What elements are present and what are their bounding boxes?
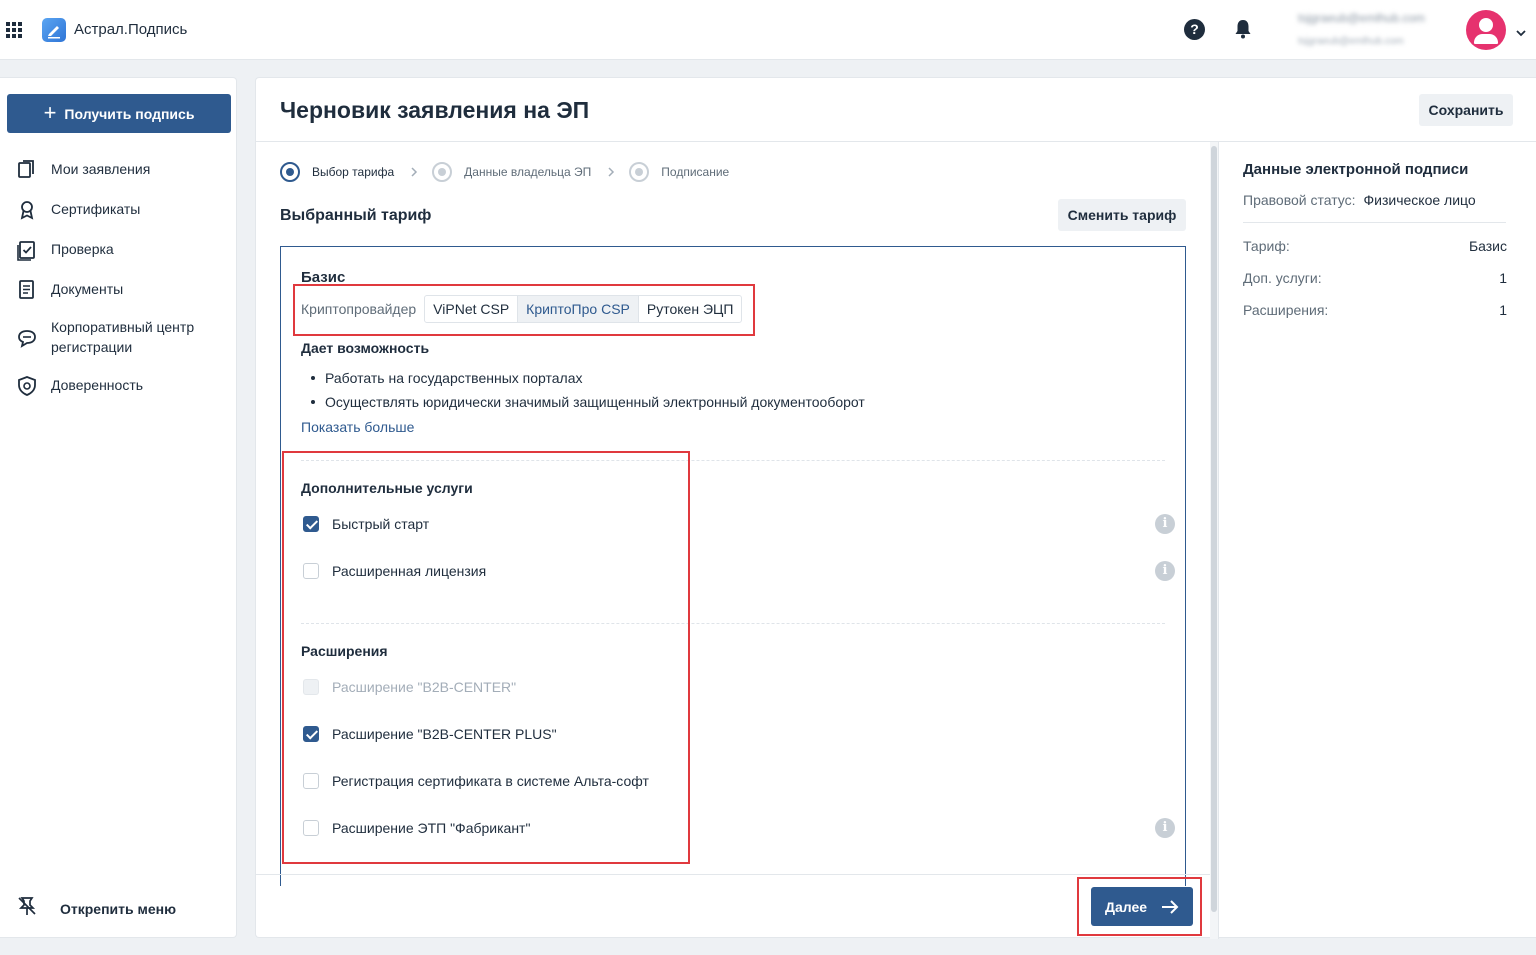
avatar[interactable] xyxy=(1466,10,1506,50)
sidebar-item-corporate-center[interactable]: Корпоративный центр регистрации xyxy=(16,317,231,357)
stepper: Выбор тарифа Данные владельца ЭП Подписа… xyxy=(280,160,729,184)
chevron-right-icon xyxy=(608,167,615,177)
save-button[interactable]: Сохранить xyxy=(1419,94,1513,126)
unpin-icon xyxy=(16,895,38,922)
shield-icon xyxy=(16,375,38,397)
footer-divider xyxy=(256,874,1210,875)
highlight-crypto-provider xyxy=(293,284,755,336)
plus-icon: + xyxy=(43,99,57,125)
step-label: Подписание xyxy=(661,165,730,179)
scrollbar-thumb[interactable] xyxy=(1211,146,1217,912)
get-signature-button[interactable]: + Получить подпись xyxy=(7,94,231,133)
chat-icon xyxy=(16,327,38,349)
user-email-secondary: tsjgraeub@emlhub.com xyxy=(1298,36,1404,47)
info-key: Тариф: xyxy=(1243,238,1290,254)
info-row-extensions: Расширения: 1 xyxy=(1243,302,1507,318)
info-key: Расширения: xyxy=(1243,302,1329,318)
step-label: Выбор тарифа xyxy=(312,165,395,179)
document-icon xyxy=(16,279,38,301)
legal-status-key: Правовой статус: xyxy=(1243,192,1356,208)
step-active-icon xyxy=(280,162,300,182)
legal-status-value: Физическое лицо xyxy=(1363,192,1476,208)
sidebar-item-verification[interactable]: Проверка xyxy=(16,239,231,261)
scrollbar[interactable] xyxy=(1210,142,1218,939)
info-key: Доп. услуги: xyxy=(1243,270,1322,286)
show-more-link[interactable]: Показать больше xyxy=(301,419,414,435)
sidebar-item-label: Доверенность xyxy=(51,377,144,393)
apps-grid-icon[interactable] xyxy=(6,22,22,38)
unpin-menu-button[interactable]: Открепить меню xyxy=(16,895,176,922)
change-tariff-button[interactable]: Сменить тариф xyxy=(1058,199,1186,231)
divider xyxy=(1243,222,1506,223)
step-owner-data[interactable]: Данные владельца ЭП xyxy=(432,162,591,182)
info-value: 1 xyxy=(1499,302,1507,318)
get-signature-label: Получить подпись xyxy=(64,105,195,122)
sidebar-item-label: Мои заявления xyxy=(51,161,151,177)
info-panel-title: Данные электронной подписи xyxy=(1243,161,1469,178)
info-icon[interactable]: i xyxy=(1155,818,1175,838)
chevron-right-icon xyxy=(411,167,418,177)
page-title: Черновик заявления на ЭП xyxy=(280,97,590,123)
step-label: Данные владельца ЭП xyxy=(464,165,592,179)
highlight-options xyxy=(282,451,690,864)
sidebar-item-certificates[interactable]: Сертификаты xyxy=(16,199,231,221)
list-item: Работать на государственных порталах xyxy=(309,366,865,390)
app-logo-icon xyxy=(42,18,66,42)
sidebar-item-label: Документы xyxy=(51,281,124,297)
sidebar-item-label: Проверка xyxy=(51,241,114,257)
capabilities-title: Дает возможность xyxy=(301,340,430,356)
highlight-next-button xyxy=(1077,877,1202,936)
help-icon[interactable]: ? xyxy=(1184,19,1205,40)
selected-tariff-title: Выбранный тариф xyxy=(280,207,432,224)
capabilities-list: Работать на государственных порталах Осу… xyxy=(309,366,865,414)
chevron-down-icon[interactable] xyxy=(1516,25,1526,37)
sidebar-item-label: Корпоративный центр регистрации xyxy=(51,319,195,355)
sidebar-item-power-of-attorney[interactable]: Доверенность xyxy=(16,375,231,397)
legal-status: Правовой статус: Физическое лицо xyxy=(1243,192,1476,208)
unpin-menu-label: Открепить меню xyxy=(60,900,177,917)
info-value: Базис xyxy=(1468,238,1507,254)
app-title[interactable]: Астрал.Подпись xyxy=(74,21,187,38)
sidebar: + Получить подпись Мои заявления Сертифи… xyxy=(0,77,237,938)
info-row-services: Доп. услуги: 1 xyxy=(1243,270,1507,286)
award-icon xyxy=(16,199,38,221)
info-icon[interactable]: i xyxy=(1155,561,1175,581)
sidebar-item-label: Сертификаты xyxy=(51,201,141,217)
bell-icon[interactable] xyxy=(1234,18,1252,40)
info-row-tariff: Тариф: Базис xyxy=(1243,238,1507,254)
list-item: Осуществлять юридически значимый защищен… xyxy=(309,390,865,414)
checkbox-icon xyxy=(16,239,38,261)
user-email: tsjgraeub@emlhub.com xyxy=(1298,11,1425,25)
top-bar: Астрал.Подпись ? tsjgraeub@emlhub.com ts… xyxy=(0,0,1536,60)
sidebar-item-applications[interactable]: Мои заявления xyxy=(16,159,231,181)
signature-info-panel: Данные электронной подписи Правовой стат… xyxy=(1218,142,1536,939)
sidebar-item-documents[interactable]: Документы xyxy=(16,279,231,301)
info-icon[interactable]: i xyxy=(1155,514,1175,534)
documents-icon xyxy=(16,159,38,181)
step-signing[interactable]: Подписание xyxy=(629,162,729,182)
info-value: 1 xyxy=(1499,270,1507,286)
step-inactive-icon xyxy=(432,162,453,182)
step-inactive-icon xyxy=(629,162,650,182)
step-tariff[interactable]: Выбор тарифа xyxy=(280,162,394,182)
